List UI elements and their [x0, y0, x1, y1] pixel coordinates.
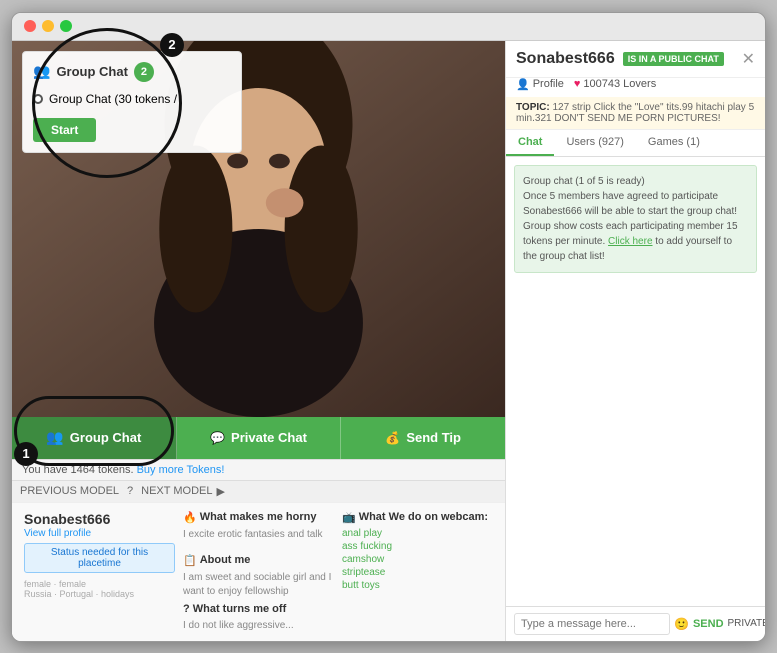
webcam-list: anal play ass fucking camshow striptease… [342, 528, 493, 591]
group-chat-action-label: Group Chat [70, 430, 142, 445]
streamer-header: Sonabest666 IS IN A PUBLIC CHAT ✕ [506, 41, 765, 78]
token-bar: You have 1464 tokens. Buy more Tokens! [12, 459, 505, 480]
turnoff-icon [183, 603, 190, 615]
previous-model-label: PREVIOUS MODEL [20, 485, 119, 497]
group-chat-option: Group Chat (30 tokens / [33, 92, 231, 106]
webcam-item-3[interactable]: camshow [342, 554, 493, 565]
webcam-title: What We do on webcam: [359, 511, 488, 523]
webcam-item-1[interactable]: anal play [342, 528, 493, 539]
profile-link[interactable]: Profile [516, 78, 564, 91]
about-icon [183, 554, 197, 567]
bio-details: female · femaleRussia · Portugal · holid… [24, 579, 175, 599]
users-icon [33, 63, 50, 80]
bio-section: Sonabest666 View full profile Status nee… [12, 502, 505, 641]
chat-info-text: Group chat (1 of 5 is ready) Once 5 memb… [523, 176, 738, 262]
next-model-nav[interactable]: NEXT MODEL ▶ [141, 485, 225, 498]
tab-users-label: Users (927) [566, 136, 623, 148]
horny-text: I excite erotic fantasies and talk [183, 528, 334, 542]
group-chat-option-label: Group Chat (30 tokens / [49, 92, 177, 106]
bottom-nav: PREVIOUS MODEL ? NEXT MODEL ▶ [12, 480, 505, 502]
tab-games[interactable]: Games (1) [636, 130, 712, 156]
flame-icon [183, 511, 197, 524]
close-button[interactable]: ✕ [742, 49, 755, 69]
start-button[interactable]: Start [33, 118, 96, 142]
next-model-label: NEXT MODEL [141, 485, 212, 497]
bio-identity-col: Sonabest666 View full profile Status nee… [24, 511, 175, 633]
status-button[interactable]: Status needed for this placetime [24, 543, 175, 573]
browser-window: Group Chat 2 Group Chat (30 tokens / Sta… [11, 12, 766, 642]
group-chat-panel-header: Group Chat 2 [33, 62, 231, 82]
send-tip-icon [385, 430, 400, 445]
live-badge: IS IN A PUBLIC CHAT [623, 52, 724, 66]
heart-icon [574, 78, 581, 90]
maximize-traffic-light[interactable] [60, 20, 72, 32]
tv-icon [342, 511, 356, 524]
send-button[interactable]: SEND [693, 618, 724, 630]
webcam-item-4[interactable]: striptease [342, 567, 493, 578]
about-title: About me [200, 554, 251, 566]
profile-label: Profile [533, 78, 564, 90]
topic-text: 127 strip Click the "Love" tits.99 hitac… [516, 102, 754, 124]
group-chat-action-button[interactable]: Group Chat [12, 417, 177, 459]
emoji-icon[interactable]: 🙂 [674, 617, 689, 631]
topic-label: TOPIC: [516, 102, 550, 113]
group-chat-panel-title: Group Chat [56, 64, 128, 79]
action-bar: Group Chat Private Chat Send Tip [12, 417, 505, 459]
chat-input-area: 🙂 SEND PRIVATE MESSAGE [506, 606, 765, 641]
previous-model-nav[interactable]: PREVIOUS MODEL [20, 485, 119, 497]
group-chat-info-box: Group chat (1 of 5 is ready) Once 5 memb… [514, 165, 757, 273]
main-content: Group Chat 2 Group Chat (30 tokens / Sta… [12, 41, 765, 641]
click-here-link[interactable]: Click here [608, 236, 652, 247]
minimize-traffic-light[interactable] [42, 20, 54, 32]
send-tip-action-button[interactable]: Send Tip [341, 417, 505, 459]
right-panel: Sonabest666 IS IN A PUBLIC CHAT ✕ Profil… [505, 41, 765, 641]
bio-horny-col: What makes me horny I excite erotic fant… [183, 511, 334, 633]
tab-chat[interactable]: Chat [506, 130, 554, 156]
private-chat-action-label: Private Chat [231, 430, 307, 445]
person-icon [516, 78, 530, 91]
streamer-meta: Profile 100743 Lovers [506, 78, 765, 97]
private-message-button[interactable]: PRIVATE MESSAGE [728, 618, 766, 629]
webcam-item-5[interactable]: butt toys [342, 580, 493, 591]
lovers-count: 100743 Lovers [574, 78, 656, 90]
group-chat-overlay-panel: Group Chat 2 Group Chat (30 tokens / Sta… [22, 51, 242, 153]
turnoff-title: What turns me off [193, 603, 287, 615]
horny-title: What makes me horny [200, 511, 317, 523]
about-text: I am sweet and sociable girl and I want … [183, 571, 334, 599]
video-area: Group Chat 2 Group Chat (30 tokens / Sta… [12, 41, 505, 417]
tab-users[interactable]: Users (927) [554, 130, 635, 156]
radio-button[interactable] [33, 94, 43, 104]
buy-tokens-link[interactable]: Buy more Tokens! [137, 464, 225, 476]
chat-message-input[interactable] [514, 613, 670, 635]
left-panel: Group Chat 2 Group Chat (30 tokens / Sta… [12, 41, 505, 641]
turnoff-text: I do not like aggressive... [183, 619, 334, 633]
tab-chat-label: Chat [518, 136, 542, 148]
chat-messages: Group chat (1 of 5 is ready) Once 5 memb… [506, 157, 765, 606]
help-icon: ? [127, 485, 133, 497]
bio-grid: Sonabest666 View full profile Status nee… [24, 511, 493, 633]
token-text: You have 1464 tokens. [22, 464, 134, 476]
lovers-number: 100743 Lovers [583, 78, 656, 90]
send-tip-action-label: Send Tip [406, 430, 461, 445]
group-chat-icon [46, 429, 63, 446]
topic-bar: TOPIC: 127 strip Click the "Love" tits.9… [506, 97, 765, 130]
close-traffic-light[interactable] [24, 20, 36, 32]
view-profile-link[interactable]: View full profile [24, 528, 91, 539]
bio-webcam-col: What We do on webcam: anal play ass fuck… [342, 511, 493, 633]
private-chat-action-button[interactable]: Private Chat [177, 417, 342, 459]
streamer-name: Sonabest666 [516, 50, 615, 68]
private-chat-icon [210, 430, 225, 445]
bio-username: Sonabest666 [24, 511, 175, 527]
group-chat-badge: 2 [134, 62, 154, 82]
tab-games-label: Games (1) [648, 136, 700, 148]
title-bar [12, 13, 765, 41]
chat-tabs: Chat Users (927) Games (1) [506, 130, 765, 157]
webcam-item-2[interactable]: ass fucking [342, 541, 493, 552]
